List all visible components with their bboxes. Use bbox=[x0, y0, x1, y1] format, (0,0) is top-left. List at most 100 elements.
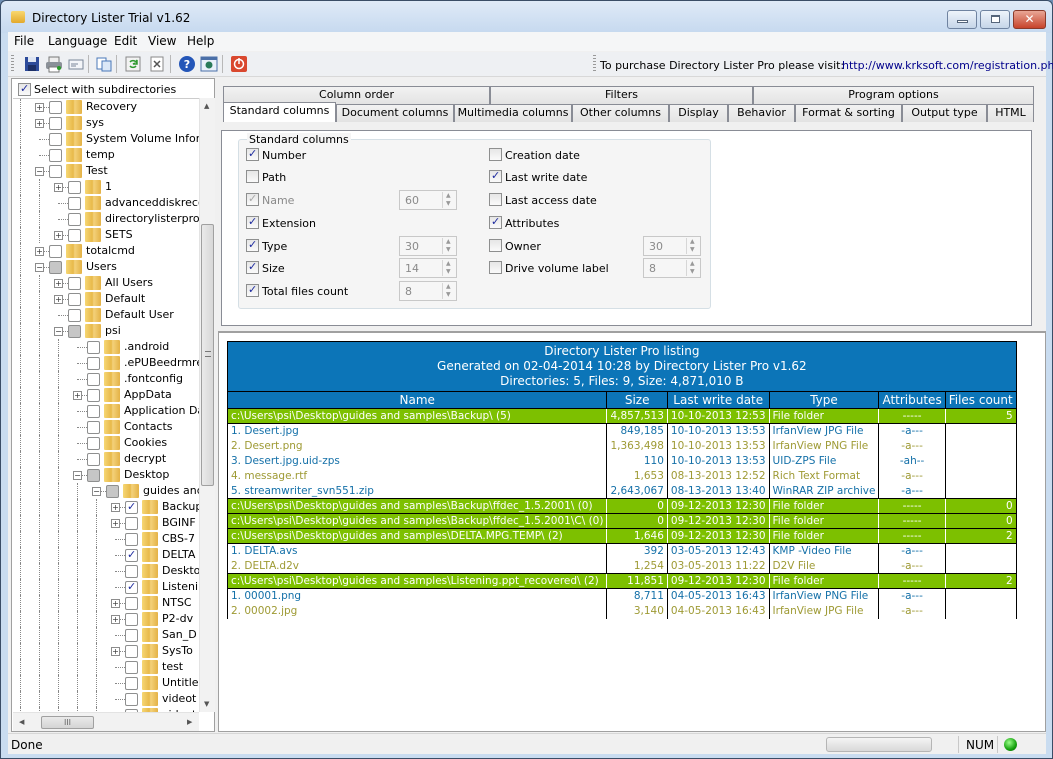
menu-help[interactable]: Help bbox=[187, 34, 214, 48]
tree-item[interactable]: − psi bbox=[13, 323, 199, 339]
column-width-spinner[interactable]: 60 ▲ ▼ bbox=[399, 190, 457, 210]
tree-item[interactable]: videot bbox=[13, 691, 199, 707]
expand-icon[interactable]: + bbox=[111, 519, 120, 528]
spin-down-icon[interactable]: ▼ bbox=[446, 246, 451, 253]
tree-item-checkbox[interactable] bbox=[68, 293, 81, 306]
expand-icon[interactable]: + bbox=[111, 615, 120, 624]
tree-item[interactable]: Cookies bbox=[13, 435, 199, 451]
maximize-button[interactable] bbox=[980, 10, 1010, 29]
column-width-spinner[interactable]: 30 ▲ ▼ bbox=[643, 236, 701, 256]
tree-item[interactable]: Application Da bbox=[13, 403, 199, 419]
collapse-icon[interactable]: − bbox=[35, 167, 44, 176]
tree-item[interactable]: Default User bbox=[13, 307, 199, 323]
checkbox[interactable] bbox=[489, 239, 502, 252]
checkbox[interactable] bbox=[489, 169, 502, 183]
tree-item[interactable]: Contacts bbox=[13, 419, 199, 435]
tree-item[interactable]: .fontconfig bbox=[13, 371, 199, 387]
tab-output-type[interactable]: Output type bbox=[902, 104, 987, 122]
tree-item-checkbox[interactable] bbox=[49, 149, 62, 162]
expand-icon[interactable]: + bbox=[111, 599, 120, 608]
checkbox[interactable] bbox=[246, 215, 259, 229]
tree-item[interactable]: Deskto bbox=[13, 563, 199, 579]
collapse-icon[interactable]: − bbox=[92, 487, 101, 496]
tree-item[interactable]: − Users bbox=[13, 259, 199, 275]
spin-down-icon[interactable]: ▼ bbox=[446, 200, 451, 207]
tree-item[interactable]: − guides and bbox=[13, 483, 199, 499]
tab-filters[interactable]: Filters bbox=[490, 86, 753, 104]
tree-item[interactable]: + NTSC bbox=[13, 595, 199, 611]
tree-item-checkbox[interactable] bbox=[125, 517, 138, 530]
spinner-value[interactable]: 8 bbox=[405, 285, 412, 298]
toolbar-grip[interactable] bbox=[593, 55, 596, 73]
expand-icon[interactable]: + bbox=[54, 295, 63, 304]
tree-item-checkbox[interactable] bbox=[106, 485, 119, 498]
spinner-value[interactable]: 30 bbox=[649, 240, 663, 253]
tree-item-checkbox[interactable] bbox=[87, 405, 100, 418]
tree-item[interactable]: + totalcmd bbox=[13, 243, 199, 259]
menu-file[interactable]: File bbox=[14, 34, 34, 48]
expand-icon[interactable]: + bbox=[35, 247, 44, 256]
spin-down-icon[interactable]: ▼ bbox=[446, 291, 451, 298]
expand-icon[interactable]: + bbox=[111, 647, 120, 656]
spinner-value[interactable]: 60 bbox=[405, 194, 419, 207]
tree-item-checkbox[interactable] bbox=[68, 213, 81, 226]
tree-item-checkbox[interactable] bbox=[68, 197, 81, 210]
tab-format-sorting[interactable]: Format & sorting bbox=[795, 104, 902, 122]
column-width-spinner[interactable]: 30 ▲ ▼ bbox=[399, 236, 457, 256]
tree-item[interactable]: + SysTo bbox=[13, 643, 199, 659]
tree-item-checkbox[interactable] bbox=[49, 245, 62, 258]
tree-item[interactable]: − Test bbox=[13, 163, 199, 179]
tree-item[interactable]: + SETS bbox=[13, 227, 199, 243]
scroll-left-arrow-icon[interactable]: ◀ bbox=[19, 718, 24, 726]
spin-down-icon[interactable]: ▼ bbox=[446, 268, 451, 275]
refresh-button[interactable] bbox=[124, 55, 142, 73]
tree-item[interactable]: + BGINF bbox=[13, 515, 199, 531]
web-button[interactable] bbox=[200, 55, 218, 73]
expand-icon[interactable]: + bbox=[54, 183, 63, 192]
tree-item[interactable]: System Volume Inform bbox=[13, 131, 199, 147]
tab-document-columns[interactable]: Document columns bbox=[336, 104, 454, 122]
checkbox[interactable] bbox=[489, 148, 502, 161]
tree-horizontal-scrollbar[interactable]: ◀ III ▶ bbox=[13, 712, 199, 731]
tree-item[interactable]: + sys bbox=[13, 115, 199, 131]
tree-item-checkbox[interactable] bbox=[125, 565, 138, 578]
tree-item[interactable]: CBS-7 bbox=[13, 531, 199, 547]
tree-item-checkbox[interactable] bbox=[125, 613, 138, 626]
registration-link[interactable]: http://www.krksoft.com/registration.php bbox=[842, 59, 1053, 72]
checkbox[interactable] bbox=[489, 261, 502, 274]
checkbox[interactable] bbox=[246, 192, 259, 206]
copy-button[interactable] bbox=[95, 55, 113, 73]
column-width-spinner[interactable]: 8 ▲ ▼ bbox=[643, 258, 701, 278]
tree-item[interactable]: advanceddiskreco bbox=[13, 195, 199, 211]
spin-up-icon[interactable]: ▲ bbox=[690, 238, 695, 245]
collapse-icon[interactable]: − bbox=[73, 471, 82, 480]
tab-behavior[interactable]: Behavior bbox=[728, 104, 795, 122]
column-width-spinner[interactable]: 8 ▲ ▼ bbox=[399, 281, 457, 301]
spin-up-icon[interactable]: ▲ bbox=[446, 260, 451, 267]
spin-down-icon[interactable]: ▼ bbox=[690, 268, 695, 275]
expand-icon[interactable]: + bbox=[73, 391, 82, 400]
tree-item-checkbox[interactable] bbox=[49, 165, 62, 178]
expand-icon[interactable]: + bbox=[54, 231, 63, 240]
tab-display[interactable]: Display bbox=[669, 104, 728, 122]
menu-edit[interactable]: Edit bbox=[114, 34, 137, 48]
tree-item-checkbox[interactable] bbox=[87, 373, 100, 386]
spinner-buttons[interactable]: ▲ ▼ bbox=[442, 192, 455, 208]
expand-icon[interactable]: + bbox=[54, 279, 63, 288]
checkbox[interactable] bbox=[246, 170, 259, 183]
tree-scroll-thumb[interactable] bbox=[201, 224, 214, 486]
tree-item-checkbox[interactable] bbox=[68, 277, 81, 290]
spinner-value[interactable]: 8 bbox=[649, 262, 656, 275]
spin-up-icon[interactable]: ▲ bbox=[446, 238, 451, 245]
tree-item[interactable]: directorylisterpro bbox=[13, 211, 199, 227]
tree-item-checkbox[interactable] bbox=[68, 181, 81, 194]
scroll-up-arrow-icon[interactable]: ▲ bbox=[204, 102, 209, 110]
tree-item-checkbox[interactable] bbox=[125, 661, 138, 674]
tree-item-checkbox[interactable] bbox=[125, 597, 138, 610]
tree-item[interactable]: San_D bbox=[13, 627, 199, 643]
checkbox[interactable] bbox=[489, 215, 502, 229]
tree-item-checkbox[interactable] bbox=[87, 389, 100, 402]
tab-standard-columns[interactable]: Standard columns bbox=[223, 102, 336, 122]
spin-up-icon[interactable]: ▲ bbox=[446, 192, 451, 199]
tree-item[interactable]: decrypt bbox=[13, 451, 199, 467]
